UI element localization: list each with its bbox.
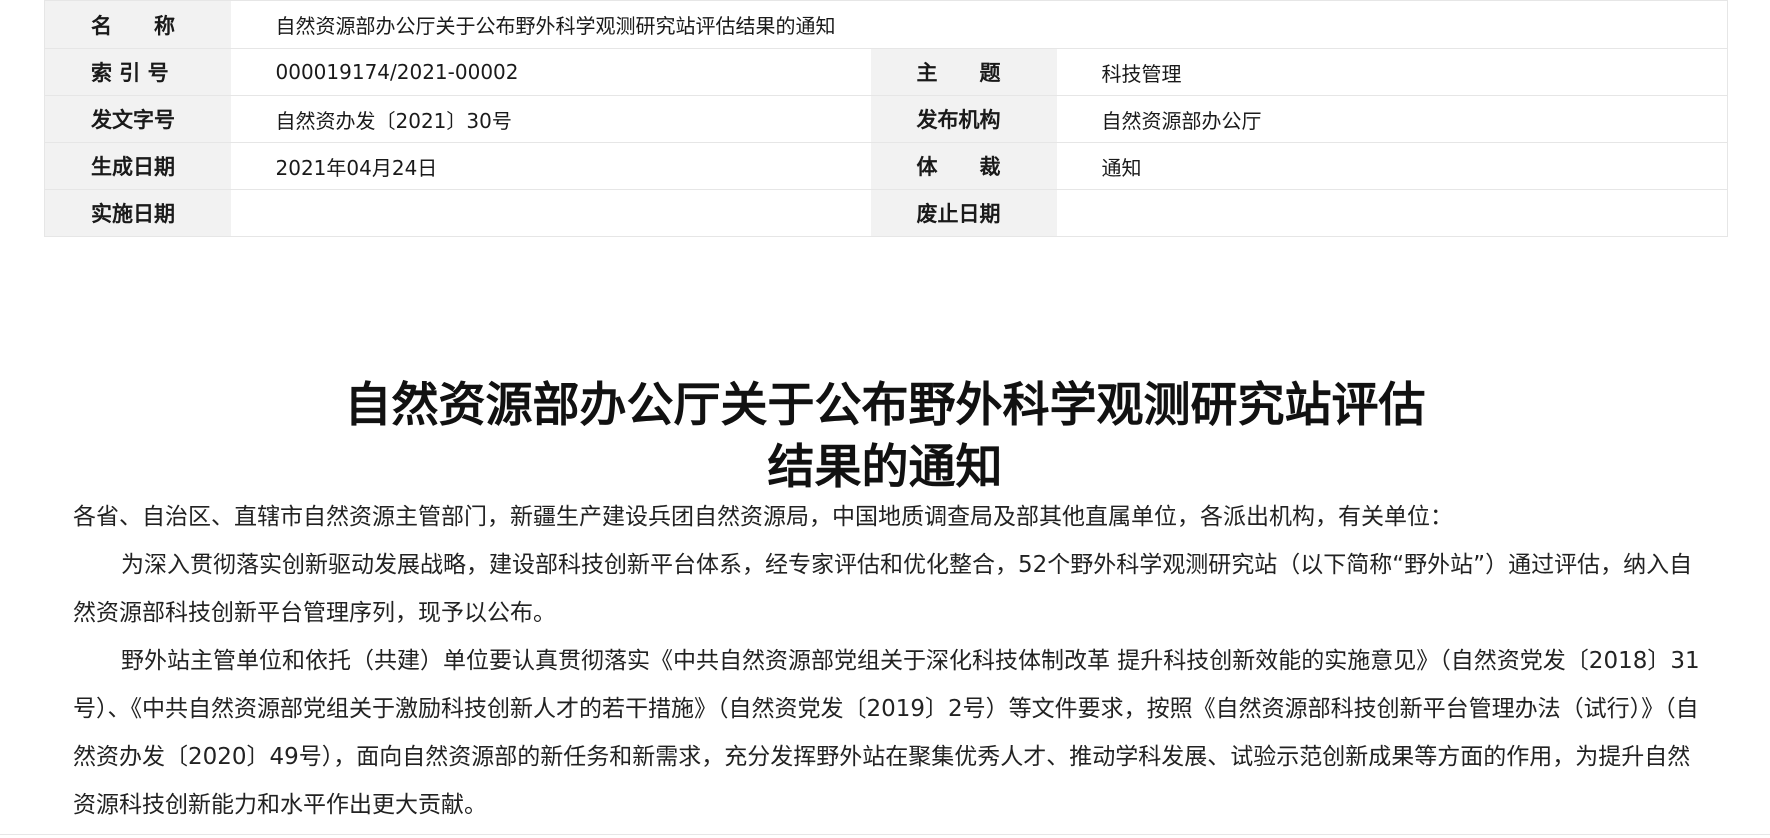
meta-label-doc-number: 发文字号 xyxy=(44,95,231,143)
meta-label-subject: 主 题 xyxy=(870,48,1057,96)
meta-label-issuer: 发布机构 xyxy=(870,95,1057,143)
meta-value-created-date: 2021年04月24日 xyxy=(230,142,871,190)
document-metadata-table: 名 称 自然资源部办公厅关于公布野外科学观测研究站评估结果的通知 索 引 号 0… xyxy=(44,0,1729,237)
meta-value-issuer: 自然资源部办公厅 xyxy=(1056,95,1729,143)
meta-value-effective-date xyxy=(230,189,871,237)
document-body: 各省、自治区、直辖市自然资源主管部门，新疆生产建设兵团自然资源局，中国地质调查局… xyxy=(73,493,1713,829)
meta-value-subject: 科技管理 xyxy=(1056,48,1729,96)
meta-row-doc-number: 发文字号 自然资办发〔2021〕30号 发布机构 自然资源部办公厅 xyxy=(44,95,1729,143)
body-paragraph-1: 为深入贯彻落实创新驱动发展战略，建设部科技创新平台体系，经专家评估和优化整合，5… xyxy=(73,552,1693,626)
bottom-divider xyxy=(0,834,1770,835)
meta-row-date: 生成日期 2021年04月24日 体 裁 通知 xyxy=(44,142,1729,190)
meta-label-repeal-date: 废止日期 xyxy=(870,189,1057,237)
meta-row-name: 名 称 自然资源部办公厅关于公布野外科学观测研究站评估结果的通知 xyxy=(44,0,1729,49)
meta-value-genre: 通知 xyxy=(1056,142,1729,190)
document-title: 自然资源部办公厅关于公布野外科学观测研究站评估 结果的通知 xyxy=(0,375,1770,499)
meta-value-doc-number: 自然资办发〔2021〕30号 xyxy=(230,95,871,143)
meta-label-created-date: 生成日期 xyxy=(44,142,231,190)
meta-row-effective: 实施日期 废止日期 xyxy=(44,189,1729,237)
document-title-line-2: 结果的通知 xyxy=(767,440,1003,496)
meta-label-genre: 体 裁 xyxy=(870,142,1057,190)
meta-row-index: 索 引 号 000019174/2021-00002 主 题 科技管理 xyxy=(44,48,1729,96)
meta-label-index-number: 索 引 号 xyxy=(44,48,231,96)
meta-label-name: 名 称 xyxy=(44,0,231,49)
meta-value-name: 自然资源部办公厅关于公布野外科学观测研究站评估结果的通知 xyxy=(230,0,1729,49)
meta-value-index-number: 000019174/2021-00002 xyxy=(230,48,871,96)
document-title-line-1: 自然资源部办公厅关于公布野外科学观测研究站评估 xyxy=(344,378,1426,434)
meta-value-repeal-date xyxy=(1056,189,1729,237)
salutation: 各省、自治区、直辖市自然资源主管部门，新疆生产建设兵团自然资源局，中国地质调查局… xyxy=(73,504,1453,530)
meta-label-effective-date: 实施日期 xyxy=(44,189,231,237)
body-paragraph-2: 野外站主管单位和依托（共建）单位要认真贯彻落实《中共自然资源部党组关于深化科技体… xyxy=(73,648,1700,818)
